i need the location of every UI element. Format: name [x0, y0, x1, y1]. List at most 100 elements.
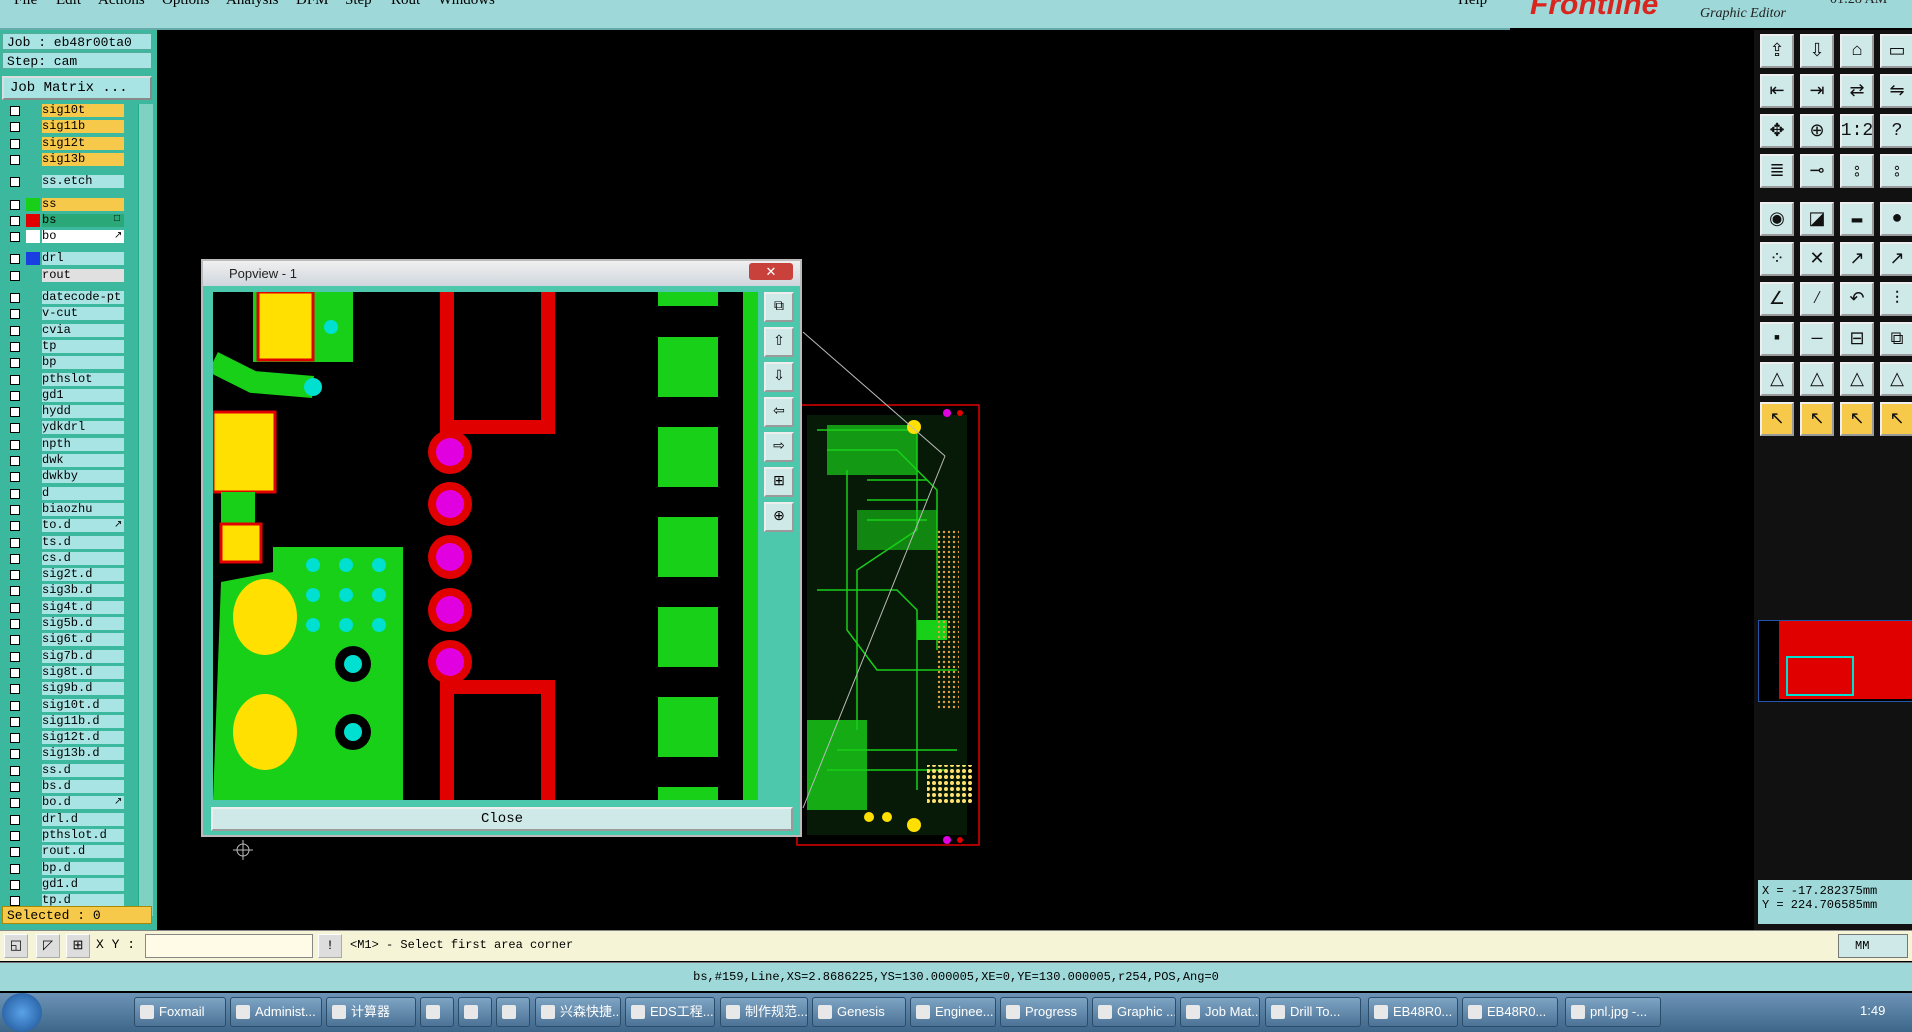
layer-color-swatch[interactable] [26, 213, 40, 227]
taskbar-button[interactable]: EB48R0... [1368, 997, 1458, 1027]
layer-checkbox[interactable] [10, 423, 20, 434]
taskbar-button[interactable]: 制作规范... [720, 997, 808, 1027]
xy-input[interactable] [145, 934, 313, 958]
popview-pan-left-icon[interactable]: ⇦ [764, 397, 794, 427]
select-icon[interactable]: ↖ [1840, 402, 1874, 436]
layer-name[interactable]: ydkdrl [42, 421, 124, 435]
layer-checkbox[interactable] [10, 325, 20, 336]
layer-row[interactable]: sig7b.d [2, 649, 138, 664]
layer-checkbox[interactable] [10, 553, 20, 564]
menu-options[interactable]: Options [162, 0, 210, 9]
layer-row[interactable]: v-cut [2, 307, 138, 321]
pan-icon[interactable]: ⇤ [1760, 74, 1794, 108]
layer-row[interactable]: datecode-pt [2, 291, 138, 305]
layer-row[interactable]: ss [2, 197, 138, 212]
layer-row[interactable]: ts.d [2, 535, 138, 550]
layers-icon[interactable]: ⦂ [1840, 154, 1874, 188]
layer-name[interactable]: sig4t.d [42, 600, 124, 614]
layer-row[interactable]: bp [2, 356, 138, 370]
job-matrix-button[interactable]: Job Matrix ... [2, 76, 152, 100]
layer-checkbox[interactable] [10, 106, 20, 116]
layer-row[interactable]: bs.d [2, 780, 138, 794]
layer-row[interactable]: hydd [2, 405, 138, 419]
taskbar-button[interactable]: 计算器 [326, 997, 416, 1027]
layer-name[interactable]: npth [42, 437, 124, 451]
layer-name[interactable]: sig10t [42, 104, 124, 117]
snap-icon[interactable]: ◱ [4, 934, 28, 958]
line-icon[interactable]: ∕ [1800, 282, 1834, 316]
select-icon[interactable]: ↖ [1760, 402, 1794, 436]
zoom-icon[interactable]: ✥ [1760, 114, 1794, 148]
pad-icon[interactable]: ◉ [1760, 202, 1794, 236]
menu-dfm[interactable]: DFM [296, 0, 329, 9]
select-icon[interactable]: ↖ [1800, 402, 1834, 436]
start-button[interactable] [2, 993, 42, 1032]
layer-name[interactable]: sig10t.d [42, 698, 124, 712]
layer-checkbox[interactable] [10, 374, 20, 385]
layer-color-swatch[interactable] [26, 230, 40, 244]
layer-checkbox[interactable] [10, 390, 20, 401]
layer-name[interactable]: d [42, 486, 124, 500]
layer-name[interactable]: gd1 [42, 388, 124, 402]
layer-checkbox[interactable] [10, 309, 20, 320]
layer-row[interactable]: sig4t.d [2, 600, 138, 615]
layer-name[interactable]: sig2t.d [42, 568, 124, 582]
layer-checkbox[interactable] [10, 586, 20, 597]
layer-name[interactable]: rout [42, 268, 124, 282]
layer-row[interactable]: cs.d [2, 551, 138, 566]
popview-zoomed-view[interactable] [213, 292, 758, 800]
layer-row[interactable]: pthslot [2, 372, 138, 387]
layer-row[interactable]: sig12t.d [2, 731, 138, 745]
popview-pan-right-icon[interactable]: ⇨ [764, 432, 794, 462]
layer-checkbox[interactable] [10, 232, 20, 243]
home-icon[interactable]: ⌂ [1840, 34, 1874, 68]
layer-name[interactable]: sig11b.d [42, 714, 124, 728]
layer-row[interactable]: biaozhu [2, 502, 138, 517]
units-button[interactable]: MM [1838, 934, 1908, 958]
layer-checkbox[interactable] [10, 733, 20, 744]
layer-row[interactable]: dwkby [2, 470, 138, 484]
layer-row[interactable]: to.d ↗ [2, 519, 138, 533]
layer-row[interactable]: gd1 [2, 388, 138, 403]
layer-name[interactable]: cvia [42, 323, 124, 337]
layer-row[interactable]: sig11b [2, 120, 138, 134]
zoom-icon[interactable]: ? [1880, 114, 1912, 148]
layer-checkbox[interactable] [10, 270, 20, 281]
layer-name[interactable]: dwk [42, 454, 124, 467]
grid-icon[interactable]: ⊞ [66, 934, 90, 958]
layer-checkbox[interactable] [10, 472, 20, 483]
layer-name[interactable]: sig8t.d [42, 665, 124, 679]
taskbar-button[interactable]: Job Mat... [1180, 997, 1260, 1027]
layer-checkbox[interactable] [10, 177, 20, 188]
layer-row[interactable]: sig13b.d [2, 747, 138, 761]
layer-row[interactable]: ss.etch [2, 175, 138, 189]
layer-checkbox[interactable] [10, 830, 20, 841]
taskbar-button[interactable] [420, 997, 454, 1027]
edit-icon[interactable]: ⊟ [1840, 322, 1874, 356]
layer-row[interactable]: sig10t.d [2, 698, 138, 713]
node-icon[interactable]: ↗ [1840, 242, 1874, 276]
layer-row[interactable]: drl [2, 252, 138, 266]
layer-checkbox[interactable] [10, 667, 20, 678]
layer-checkbox[interactable] [10, 407, 20, 418]
layer-row[interactable]: bo.d ↗ [2, 796, 138, 810]
layer-row[interactable]: d [2, 486, 138, 501]
node-icon[interactable]: ⁘ [1760, 242, 1794, 276]
shape-icon[interactable]: △ [1760, 362, 1794, 396]
layer-checkbox[interactable] [10, 879, 20, 890]
layers-icon[interactable]: ≣ [1760, 154, 1794, 188]
alert-icon[interactable]: ! [318, 934, 342, 958]
layer-checkbox[interactable] [10, 651, 20, 662]
taskbar-button[interactable]: EB48R0... [1462, 997, 1558, 1027]
layer-checkbox[interactable] [10, 749, 20, 760]
layer-checkbox[interactable] [10, 341, 20, 352]
home-icon[interactable]: ⇪ [1760, 34, 1794, 68]
layer-list-scrollbar[interactable] [138, 104, 153, 916]
layer-name[interactable]: bs.d [42, 780, 124, 793]
layer-name[interactable]: gd1.d [42, 877, 124, 891]
layer-checkbox[interactable] [10, 358, 20, 369]
pad-icon[interactable]: ● [1880, 202, 1912, 236]
pan-icon[interactable]: ⇥ [1800, 74, 1834, 108]
layer-name[interactable]: datecode-pt [42, 291, 124, 304]
layer-checkbox[interactable] [10, 439, 20, 450]
